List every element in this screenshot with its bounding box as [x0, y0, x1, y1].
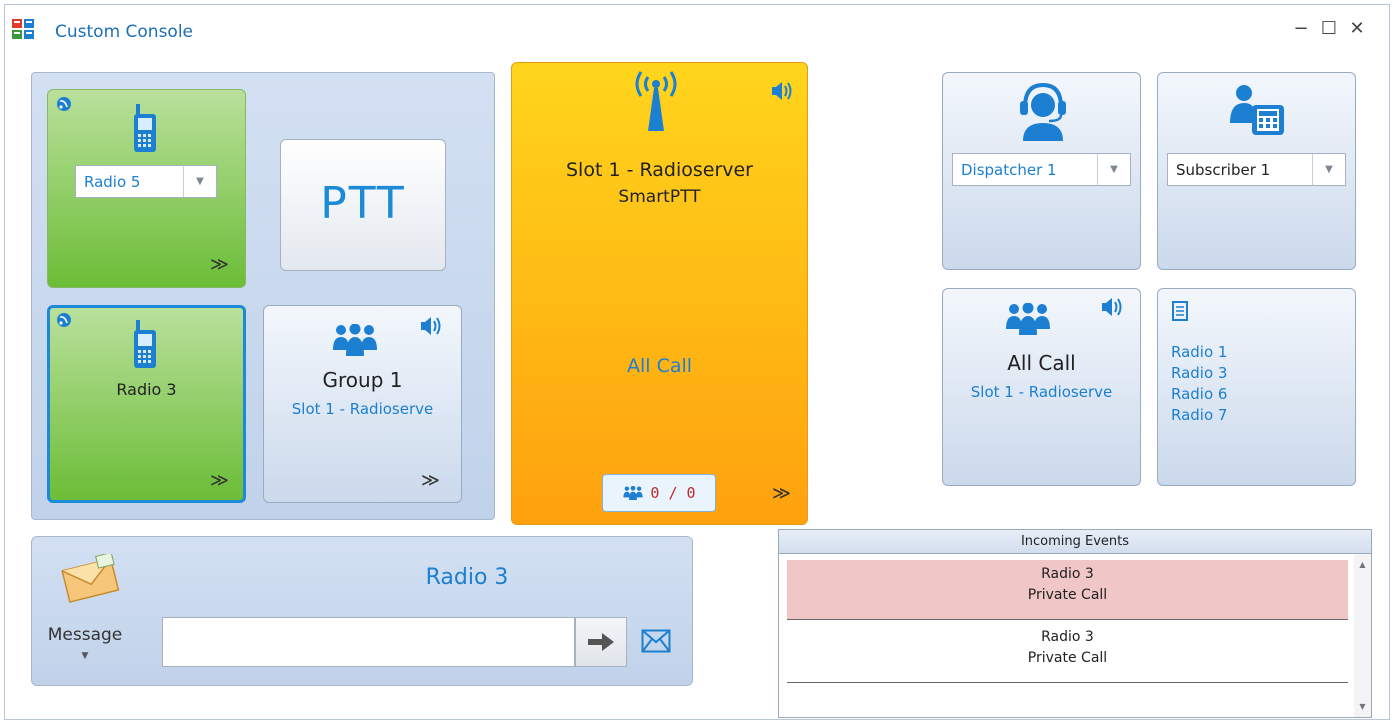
mobile-radio-icon	[134, 320, 156, 368]
gps-icon	[57, 313, 71, 327]
incoming-events-panel: Incoming Events Radio 3 Private Call Rad…	[778, 529, 1372, 718]
expand-chevron-icon[interactable]: ≫	[210, 254, 229, 275]
event-name: Radio 3	[1041, 629, 1094, 645]
phone-user-icon	[1230, 85, 1284, 135]
events-header: Incoming Events	[779, 530, 1371, 554]
close-icon[interactable]: ✕	[1347, 19, 1367, 39]
expand-chevron-icon[interactable]: ≫	[772, 483, 791, 504]
radio-list: Radio 1 Radio 3 Radio 6 Radio 7	[1171, 342, 1227, 426]
event-type: Private Call	[1027, 650, 1108, 666]
group-title: Group 1	[322, 368, 403, 392]
all-call-tile[interactable]: All Call Slot 1 - Radioserve	[942, 288, 1141, 486]
app-icon	[12, 19, 34, 39]
event-name: Radio 3	[1041, 566, 1094, 582]
dispatcher-tile[interactable]: Dispatcher 1 ▼	[942, 72, 1141, 270]
radio-group-panel: Radio 5 ▼ ≫ PTT Radio 3 ≫ Group 1 Slot 1…	[31, 72, 495, 520]
events-scrollbar[interactable]: ▲ ▼	[1354, 554, 1371, 717]
title-bar: Custom Console − ☐ ✕	[5, 5, 1389, 57]
chevron-down-icon[interactable]: ▼	[1097, 154, 1130, 185]
dispatcher-select-value: Dispatcher 1	[961, 160, 1057, 179]
participants-count: 0 / 0	[650, 484, 696, 502]
scroll-up-icon[interactable]: ▲	[1354, 560, 1371, 569]
message-recipient: Radio 3	[425, 565, 509, 590]
all-call-subtitle: Slot 1 - Radioserve	[970, 383, 1113, 401]
slot-call-type: All Call	[626, 355, 693, 377]
ptt-label: PTT	[320, 178, 406, 229]
mobile-radio-icon	[134, 104, 156, 152]
slot-title: Slot 1 - Radioserver	[565, 159, 753, 181]
radio-list-item[interactable]: Radio 3	[1171, 363, 1227, 384]
participants-counter[interactable]: 0 / 0	[602, 474, 716, 512]
slot-subtitle: SmartPTT	[618, 187, 701, 207]
subscriber-tile[interactable]: Subscriber 1 ▼	[1157, 72, 1356, 270]
scroll-down-icon[interactable]: ▼	[1354, 702, 1371, 711]
group-icon	[1006, 303, 1050, 335]
list-icon	[1172, 301, 1188, 321]
radio-list-item[interactable]: Radio 7	[1171, 405, 1227, 426]
event-row[interactable]: Radio 3 Private Call	[787, 560, 1348, 620]
antenna-icon	[635, 71, 677, 131]
message-label[interactable]: Message	[40, 625, 130, 645]
arrow-right-icon	[588, 633, 614, 651]
group-subtitle: Slot 1 - Radioserve	[291, 400, 434, 418]
maximize-icon[interactable]: ☐	[1319, 19, 1339, 39]
envelope-icon[interactable]	[641, 629, 671, 653]
speaker-icon	[1102, 298, 1122, 316]
message-input[interactable]	[162, 617, 575, 667]
slot-channel-tile[interactable]: Slot 1 - Radioserver SmartPTT All Call 0…	[511, 62, 808, 525]
group-1-tile[interactable]: Group 1 Slot 1 - Radioserve ≫	[263, 305, 462, 503]
gps-icon	[57, 97, 71, 111]
event-type: Private Call	[1027, 587, 1108, 603]
expand-chevron-icon[interactable]: ≫	[421, 470, 440, 491]
send-button[interactable]	[575, 617, 627, 667]
subscriber-select-dropdown[interactable]: Subscriber 1 ▼	[1167, 153, 1346, 186]
radio-5-tile[interactable]: Radio 5 ▼ ≫	[47, 89, 246, 288]
radio-3-label: Radio 3	[116, 380, 177, 399]
group-icon	[333, 324, 377, 356]
radio-3-tile[interactable]: Radio 3 ≫	[47, 305, 246, 503]
chevron-down-icon[interactable]: ▼	[1312, 154, 1345, 185]
envelope-stack-icon	[61, 554, 120, 603]
radio-list-item[interactable]: Radio 1	[1171, 342, 1227, 363]
speaker-icon	[421, 317, 441, 335]
group-icon	[623, 486, 644, 500]
subscriber-select-value: Subscriber 1	[1176, 160, 1271, 179]
radio-list-item[interactable]: Radio 6	[1171, 384, 1227, 405]
chevron-down-icon[interactable]: ▼	[183, 166, 216, 197]
radio-select-dropdown[interactable]: Radio 5 ▼	[75, 165, 217, 198]
window-title: Custom Console	[55, 22, 194, 42]
custom-console-window: Custom Console − ☐ ✕ Radio 5 ▼ ≫ PTT Rad…	[4, 4, 1390, 720]
headset-icon	[1020, 82, 1066, 141]
radio-select-value: Radio 5	[84, 172, 141, 191]
expand-chevron-icon[interactable]: ≫	[210, 470, 229, 491]
message-panel: Radio 3 Message ▼	[31, 536, 693, 686]
speaker-icon	[772, 82, 792, 100]
dispatcher-select-dropdown[interactable]: Dispatcher 1 ▼	[952, 153, 1131, 186]
ptt-button[interactable]: PTT	[280, 139, 446, 271]
minimize-icon[interactable]: −	[1291, 19, 1311, 39]
all-call-title: All Call	[1007, 351, 1076, 375]
event-row[interactable]: Radio 3 Private Call	[787, 623, 1348, 683]
radio-list-tile[interactable]: Radio 1 Radio 3 Radio 6 Radio 7	[1157, 288, 1356, 486]
message-dropdown-icon[interactable]: ▼	[40, 651, 130, 661]
